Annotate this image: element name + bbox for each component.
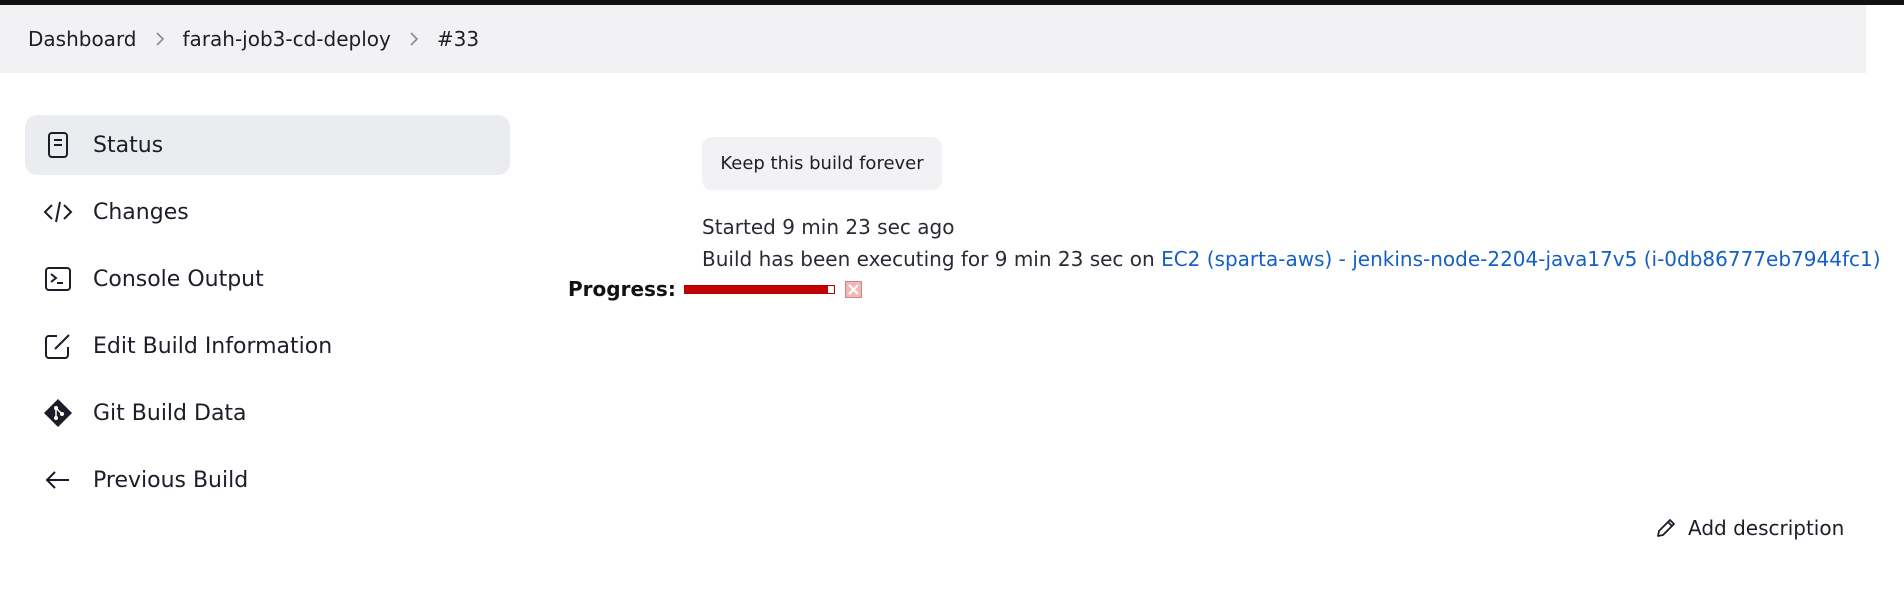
node-link[interactable]: EC2 (sparta-aws) - jenkins-node-2204-jav…: [1161, 247, 1880, 271]
sidebar-item-label: Console Output: [93, 266, 264, 292]
chevron-right-icon: [137, 32, 183, 46]
sidebar-item-changes[interactable]: Changes: [25, 182, 510, 242]
sidebar-item-label: Changes: [93, 199, 189, 225]
progress-bar: [683, 284, 835, 294]
sidebar-item-status[interactable]: Status: [25, 115, 510, 175]
keep-build-forever-button[interactable]: Keep this build forever: [702, 137, 942, 190]
arrow-left-icon: [41, 463, 75, 497]
sidebar-item-label: Git Build Data: [93, 400, 247, 426]
breadcrumb-build[interactable]: #33: [437, 27, 479, 51]
terminal-icon: [41, 262, 75, 296]
breadcrumb-dashboard[interactable]: Dashboard: [28, 27, 137, 51]
breadcrumb: Dashboard farah-job3-cd-deploy #33: [0, 5, 1866, 73]
sidebar-item-label: Previous Build: [93, 467, 249, 493]
sidebar-item-label: Edit Build Information: [93, 333, 333, 359]
breadcrumb-job[interactable]: farah-job3-cd-deploy: [183, 27, 391, 51]
build-executing-text: Build has been executing for 9 min 23 se…: [702, 247, 1881, 271]
edit-icon: [41, 329, 75, 363]
sidebar-item-git-build-data[interactable]: Git Build Data: [25, 383, 510, 443]
stop-build-icon[interactable]: [844, 280, 862, 298]
build-started-text: Started 9 min 23 sec ago: [702, 215, 955, 239]
sidebar: Status Changes Console Output Edit Build…: [25, 115, 510, 517]
progress-label: Progress:: [568, 277, 676, 301]
add-description-label: Add description: [1688, 516, 1845, 540]
scrollbar[interactable]: [1866, 5, 1904, 594]
pencil-icon: [1657, 519, 1675, 537]
chevron-right-icon: [391, 32, 437, 46]
progress-bar-fill: [684, 285, 828, 293]
executing-prefix: Build has been executing for 9 min 23 se…: [702, 247, 1162, 271]
sidebar-item-console-output[interactable]: Console Output: [25, 249, 510, 309]
code-icon: [41, 195, 75, 229]
sidebar-item-label: Status: [93, 132, 164, 158]
sidebar-item-previous-build[interactable]: Previous Build: [25, 450, 510, 510]
document-icon: [41, 128, 75, 162]
git-icon: [41, 396, 75, 430]
build-progress: Progress:: [568, 277, 862, 301]
sidebar-item-edit-build-information[interactable]: Edit Build Information: [25, 316, 510, 376]
add-description-button[interactable]: Add description: [1654, 516, 1844, 540]
